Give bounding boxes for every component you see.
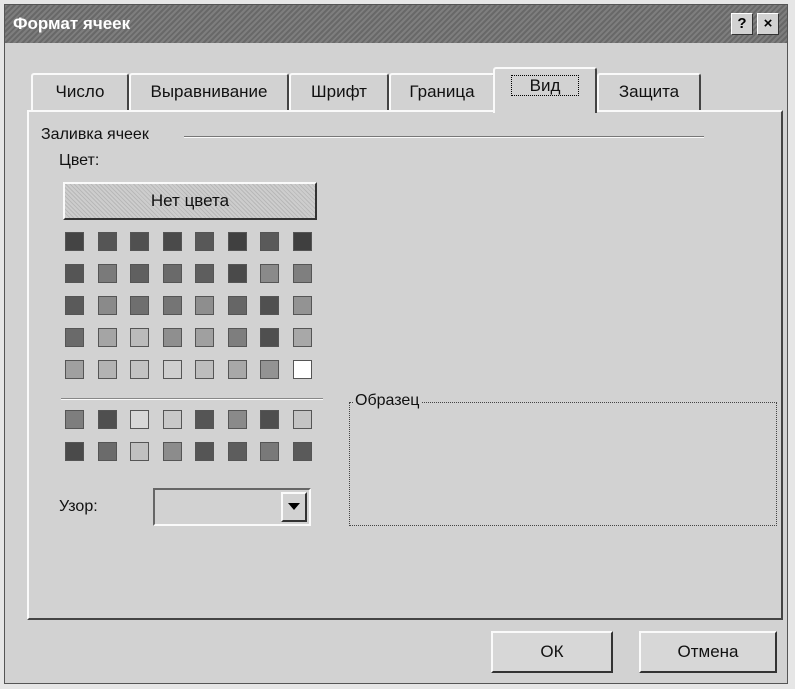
close-button[interactable]: × [757,13,779,35]
color-swatch[interactable] [195,232,214,251]
help-icon: ? [737,15,747,32]
tab-label: Выравнивание [150,82,268,101]
color-swatch[interactable] [162,410,182,429]
color-swatch[interactable] [65,296,84,315]
color-swatch[interactable] [260,442,279,461]
color-swatch[interactable] [260,360,279,379]
sample-group-title: Образец [353,392,422,410]
color-swatch[interactable] [65,232,84,251]
tab-label: Граница [409,82,475,101]
color-swatch[interactable] [130,442,149,461]
color-swatch[interactable] [195,360,214,379]
color-swatch[interactable] [195,442,214,461]
color-swatch[interactable] [65,360,84,379]
tab-border[interactable]: Граница [389,73,495,111]
color-swatch[interactable] [292,232,312,251]
palette-separator [61,398,323,400]
cancel-button[interactable]: Отмена [639,631,777,673]
color-swatch[interactable] [292,442,312,461]
tab-label: Вид [510,75,580,96]
color-swatch[interactable] [195,296,214,315]
tab-panel: Заливка ячеек Цвет: Нет цвета Узор: Обра… [27,110,783,620]
color-swatch[interactable] [227,328,247,347]
color-swatch[interactable] [130,328,149,347]
color-swatch[interactable] [292,328,312,347]
color-swatch[interactable] [97,328,117,347]
tab-number[interactable]: Число [31,73,129,111]
color-swatch[interactable] [97,410,117,429]
color-swatch[interactable] [292,360,312,379]
help-button[interactable]: ? [731,13,753,35]
color-swatch[interactable] [65,328,84,347]
color-swatch[interactable] [162,232,182,251]
color-swatch[interactable] [227,296,247,315]
color-label: Цвет: [59,152,100,169]
color-swatch[interactable] [130,410,149,429]
color-swatch[interactable] [260,328,279,347]
tab-view[interactable]: Вид [493,67,597,113]
tab-label: Число [55,82,105,101]
color-swatch[interactable] [195,410,214,429]
fill-group-line [184,136,704,138]
title-bar: Формат ячеек ? × [5,5,787,43]
chevron-down-icon [288,503,300,510]
color-swatch[interactable] [97,232,117,251]
format-cells-dialog: Формат ячеек ? × Число Выравнивание Шриф… [4,4,788,684]
close-icon: × [763,15,773,32]
color-swatch[interactable] [65,442,84,461]
color-swatch[interactable] [227,442,247,461]
color-swatch[interactable] [292,410,312,429]
no-color-button[interactable]: Нет цвета [63,182,317,220]
color-swatch[interactable] [162,296,182,315]
color-swatch[interactable] [260,264,279,283]
color-swatch[interactable] [65,264,84,283]
color-swatch[interactable] [227,264,247,283]
color-swatch[interactable] [162,360,182,379]
ok-button[interactable]: ОК [491,631,613,673]
color-swatch[interactable] [97,442,117,461]
color-swatch[interactable] [260,296,279,315]
color-swatch[interactable] [162,264,182,283]
color-swatch[interactable] [130,296,149,315]
fill-group-title: Заливка ячеек [41,126,153,144]
color-swatch[interactable] [292,296,312,315]
color-swatch[interactable] [97,360,117,379]
tab-label: Защита [618,82,680,101]
color-swatch[interactable] [97,264,117,283]
dialog-title: Формат ячеек [13,14,131,33]
color-swatch[interactable] [65,410,84,429]
color-swatch[interactable] [227,410,247,429]
tab-label: Шрифт [311,82,367,101]
tab-alignment[interactable]: Выравнивание [129,73,289,111]
color-swatch[interactable] [130,360,149,379]
color-swatch[interactable] [260,232,279,251]
color-swatch[interactable] [162,442,182,461]
color-swatch[interactable] [227,360,247,379]
color-swatch[interactable] [162,328,182,347]
color-swatch[interactable] [195,328,214,347]
color-swatch[interactable] [195,264,214,283]
pattern-label: Узор: [59,498,98,515]
color-swatch[interactable] [260,410,279,429]
tab-font[interactable]: Шрифт [289,73,389,111]
color-swatch[interactable] [130,232,149,251]
color-swatch[interactable] [97,296,117,315]
pattern-select[interactable] [153,488,311,526]
color-swatch[interactable] [292,264,312,283]
tab-protection[interactable]: Защита [597,73,701,111]
color-swatch[interactable] [227,232,247,251]
dropdown-button[interactable] [281,492,307,522]
sample-box [349,402,777,526]
color-swatch[interactable] [130,264,149,283]
